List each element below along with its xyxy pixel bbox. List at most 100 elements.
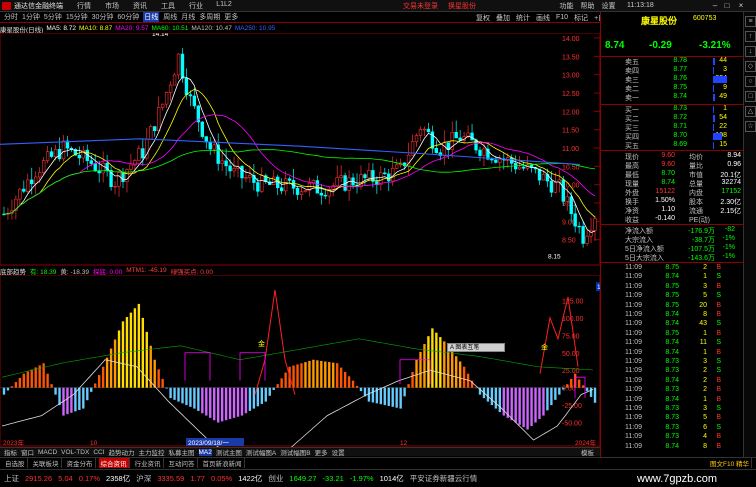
sidebar-button-3[interactable]: ↓ bbox=[745, 46, 756, 57]
sidebar-button-1[interactable]: ≡ bbox=[745, 16, 756, 27]
candle-body bbox=[442, 142, 446, 156]
sidebar-button-4[interactable]: ◇ bbox=[745, 61, 756, 72]
tick-direction: S bbox=[716, 292, 721, 300]
menu-item-l1l2[interactable]: L1L2 bbox=[210, 1, 238, 11]
menu-item-function[interactable]: 功能 bbox=[556, 1, 577, 11]
bid-volume: 22 bbox=[719, 123, 727, 130]
period-tab-6[interactable]: 日线 bbox=[143, 12, 160, 22]
histogram-bar bbox=[181, 387, 184, 404]
menu-item-market[interactable]: 市场 bbox=[98, 1, 126, 11]
candle-body bbox=[22, 188, 26, 192]
period-tab-3[interactable]: 15分钟 bbox=[66, 12, 88, 22]
period-tab-5[interactable]: 60分钟 bbox=[117, 12, 139, 22]
magenta-box bbox=[239, 352, 266, 381]
info-tab-2[interactable]: 资金分布 bbox=[65, 458, 96, 468]
order-volume-bar bbox=[713, 67, 714, 74]
period-tab-2[interactable]: 5分钟 bbox=[44, 12, 62, 22]
candle-body bbox=[593, 218, 597, 231]
menu-item-industry[interactable]: 行业 bbox=[182, 1, 210, 11]
indicator-tab-6[interactable]: 主力监控 bbox=[139, 447, 165, 457]
menu-item-news[interactable]: 资讯 bbox=[126, 1, 154, 11]
info-tab-4[interactable]: 行业资讯 bbox=[133, 458, 164, 468]
period-tab-0[interactable]: 分时 bbox=[4, 12, 18, 22]
ask-label: 卖三 bbox=[625, 77, 639, 84]
info-tab-6[interactable]: 首页新浪新闻 bbox=[201, 458, 245, 468]
minimize-icon[interactable]: – bbox=[710, 1, 720, 10]
f10-link[interactable]: 图文F10 精华 bbox=[708, 458, 752, 468]
kline-chart[interactable]: 14.0013.5013.0012.5012.0011.5011.0010.50… bbox=[0, 33, 600, 266]
chart-tool-2[interactable]: 统计 bbox=[516, 13, 530, 23]
chart-tool-0[interactable]: 复权 bbox=[476, 13, 490, 23]
histogram-bar bbox=[435, 332, 438, 388]
ma-indicator-1: MA10: 8.87 bbox=[78, 25, 113, 32]
indicator-tab-0[interactable]: 指标 bbox=[4, 447, 17, 457]
template-button[interactable]: 模板 bbox=[581, 447, 594, 457]
histogram-bar bbox=[423, 344, 426, 388]
indicator-tab-2[interactable]: MACD bbox=[38, 449, 57, 456]
indicator-tab-7[interactable]: 私募主图 bbox=[169, 447, 195, 457]
info-tab-0[interactable]: 自选股 bbox=[3, 458, 28, 468]
sidebar-button-6[interactable]: □ bbox=[745, 91, 756, 102]
indicator-tab-3[interactable]: VOL-TDX bbox=[61, 449, 89, 456]
close-icon[interactable]: × bbox=[736, 1, 746, 10]
sidebar-button-7[interactable]: △ bbox=[745, 106, 756, 117]
menu-item-settings[interactable]: 设置 bbox=[598, 1, 619, 11]
indicator-tab-11[interactable]: 测试幅图B bbox=[280, 447, 310, 457]
period-tab-4[interactable]: 30分钟 bbox=[92, 12, 114, 22]
candle-body bbox=[188, 94, 193, 97]
info-tab-1[interactable]: 关联板块 bbox=[31, 458, 62, 468]
tick-row: 11:09 8.73 6 S bbox=[625, 424, 725, 433]
indicator-tab-10[interactable]: 测试幅图A bbox=[246, 447, 276, 457]
info-tab-3[interactable]: 综合资讯 bbox=[98, 458, 130, 468]
candle-body bbox=[37, 172, 42, 178]
histogram-bar bbox=[2, 387, 6, 395]
tick-row: 11:09 8.75 1 B bbox=[625, 330, 725, 339]
indicator-tab-8[interactable]: MA2 bbox=[198, 448, 212, 456]
indicator-tab-4[interactable]: CCI bbox=[93, 449, 104, 456]
tick-time: 11:09 bbox=[625, 273, 642, 281]
tick-time: 11:09 bbox=[625, 433, 642, 441]
period-tab-1[interactable]: 1分钟 bbox=[22, 12, 40, 22]
histogram-bar bbox=[403, 387, 406, 397]
candle-body bbox=[279, 187, 284, 192]
indicator-tab-5[interactable]: 趋势动力 bbox=[109, 447, 135, 457]
trade-login-notice[interactable]: 交易未登录 bbox=[403, 1, 438, 11]
period-tab-10[interactable]: 更多 bbox=[224, 12, 238, 22]
sidebar-button-2[interactable]: ↑ bbox=[745, 31, 756, 42]
chart-popup-button[interactable]: A 图表互笔 bbox=[447, 343, 505, 352]
stat-value2: 0.96 bbox=[727, 161, 741, 168]
menu-item-help[interactable]: 帮助 bbox=[577, 1, 598, 11]
chart-tool-4[interactable]: F10 bbox=[556, 14, 568, 21]
indicator-tab-1[interactable]: 窗口 bbox=[21, 447, 34, 457]
period-tab-7[interactable]: 周线 bbox=[163, 12, 177, 22]
tick-volume: 11 bbox=[699, 339, 707, 347]
period-tab-9[interactable]: 多周期 bbox=[199, 12, 220, 22]
chart-tool-5[interactable]: 标记 bbox=[574, 13, 588, 23]
low-price-label: 8.15 bbox=[548, 254, 561, 261]
indicator-tab-13[interactable]: 设置 bbox=[332, 447, 345, 457]
maximize-icon[interactable]: □ bbox=[722, 1, 732, 10]
indicator-tab-12[interactable]: 更多 bbox=[315, 447, 328, 457]
candle-body bbox=[129, 164, 133, 170]
status-item-14: 1014亿 bbox=[379, 474, 404, 483]
sidebar-button-5[interactable]: ○ bbox=[745, 76, 756, 87]
tick-price: 8.75 bbox=[665, 301, 679, 309]
indicator-chart[interactable]: 125.00100.0075.0050.0025.000.00-25.00-50… bbox=[0, 275, 600, 447]
candle-body bbox=[422, 128, 427, 131]
histogram-bar bbox=[189, 387, 192, 407]
candle-body bbox=[549, 180, 554, 193]
price-axis-label: 12.50 bbox=[562, 91, 580, 98]
candle-body bbox=[168, 84, 173, 93]
sub-axis-label: -50.00 bbox=[562, 421, 582, 428]
candle-body bbox=[323, 194, 327, 197]
menu-item-quotes[interactable]: 行情 bbox=[70, 1, 98, 11]
menu-item-tools[interactable]: 工具 bbox=[154, 1, 182, 11]
status-item-11: 1649.27 bbox=[289, 474, 317, 483]
indicator-tab-9[interactable]: 测试主图 bbox=[216, 447, 242, 457]
sidebar-button-8[interactable]: ☆ bbox=[745, 121, 756, 132]
chart-tool-3[interactable]: 画线 bbox=[536, 13, 550, 23]
chart-tool-1[interactable]: 叠加 bbox=[496, 13, 510, 23]
price-change-pct: -3.21% bbox=[699, 40, 731, 51]
info-tab-5[interactable]: 互动问答 bbox=[167, 458, 198, 468]
period-tab-8[interactable]: 月线 bbox=[181, 12, 195, 22]
